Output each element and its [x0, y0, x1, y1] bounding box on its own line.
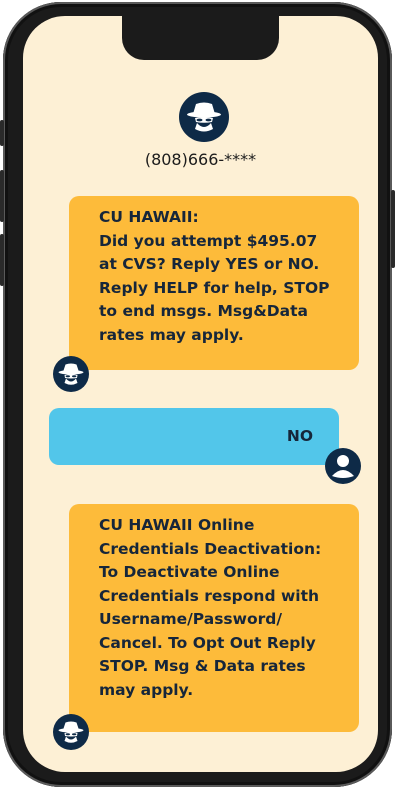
volume-down-button: [0, 234, 4, 286]
message-line: CU HAWAII Online: [99, 516, 255, 534]
message-line: Credentials respond with: [99, 586, 320, 605]
contact-avatar[interactable]: [179, 92, 229, 142]
incoming-message-bubble[interactable]: CU HAWAII Online Credentials Deactivatio…: [69, 504, 359, 732]
message-line: NO: [286, 427, 313, 445]
user-avatar: [325, 448, 361, 484]
mute-switch: [0, 120, 4, 146]
hacker-icon: [58, 721, 84, 743]
message-line: STOP. Msg & Data rates: [99, 657, 306, 675]
message-line: Did you attempt $495.07: [99, 231, 318, 250]
message-line: Credentials Deactivation:: [99, 539, 322, 558]
message-line: To Deactivate Online: [99, 563, 280, 581]
message-line: at CVS? Reply YES or NO.: [99, 255, 320, 273]
notch: [122, 16, 279, 60]
hacker-icon: [58, 363, 84, 385]
message-line: Reply HELP for help, STOP: [99, 278, 330, 297]
volume-up-button: [0, 170, 4, 222]
message-line: may apply.: [99, 680, 194, 699]
message-line: Username/Password/: [99, 610, 283, 628]
incoming-message-bubble[interactable]: CU HAWAII: Did you attempt $495.07 at CV…: [69, 196, 359, 370]
hacker-icon: [187, 102, 221, 132]
message-line: CU HAWAII:: [99, 208, 199, 226]
power-button: [391, 190, 395, 268]
sender-avatar: [53, 356, 89, 392]
phone-frame: (808)666-**** CU HAWAII: Did you attempt…: [0, 2, 395, 787]
outgoing-message-bubble[interactable]: NO: [49, 408, 339, 465]
message-line: rates may apply.: [99, 325, 244, 344]
contact-phone-number: (808)666-****: [144, 150, 257, 169]
message-line: Cancel. To Opt Out Reply: [99, 633, 316, 652]
messages-screen: (808)666-**** CU HAWAII: Did you attempt…: [23, 16, 378, 772]
sender-avatar: [53, 714, 89, 750]
message-line: to end msgs. Msg&Data: [99, 302, 308, 320]
user-icon: [332, 455, 354, 478]
